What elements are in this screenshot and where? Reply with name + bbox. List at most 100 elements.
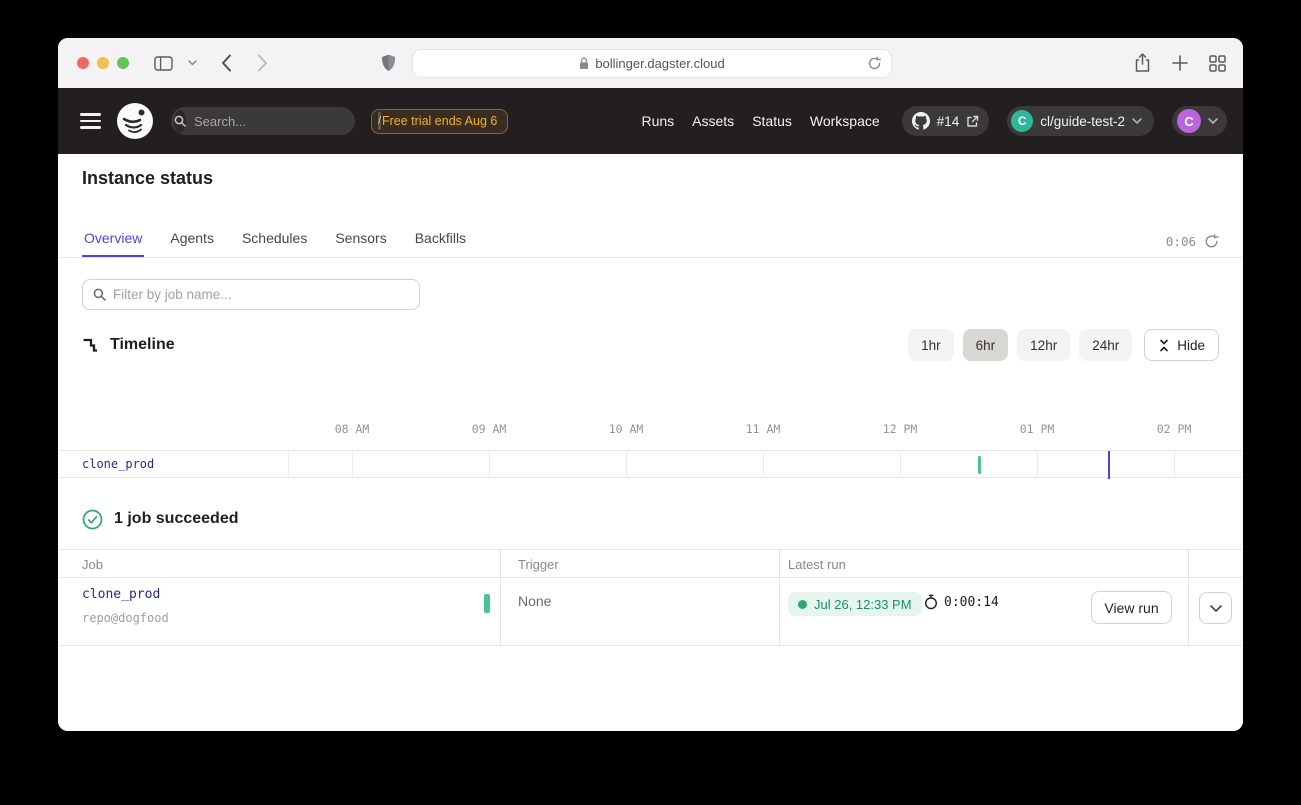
user-avatar: C [1177, 109, 1201, 133]
reload-icon[interactable] [867, 56, 882, 71]
axis-tick: 09 AM [472, 422, 507, 436]
page-content: Instance status Overview Agents Schedule… [58, 154, 1243, 731]
timeline-range-buttons: 1hr 6hr 12hr 24hr Hide [908, 329, 1219, 361]
hide-timeline-button[interactable]: Hide [1144, 329, 1219, 361]
job-location: repo@dogfood [82, 611, 169, 625]
search-icon [93, 288, 106, 301]
page-title: Instance status [82, 168, 213, 189]
lock-icon [579, 57, 589, 70]
job-name-link[interactable]: clone_prod [82, 587, 160, 602]
desktop-background: bollinger.dagster.cloud [0, 0, 1301, 805]
axis-tick: 08 AM [335, 422, 370, 436]
collapse-icon [1158, 339, 1170, 352]
deployment-name: cl/guide-test-2 [1040, 114, 1125, 129]
run-success-tick[interactable] [978, 456, 981, 474]
stopwatch-icon [924, 594, 938, 610]
range-1hr-button[interactable]: 1hr [908, 329, 954, 361]
forward-button[interactable] [250, 51, 274, 75]
row-actions-button[interactable] [1199, 592, 1232, 624]
axis-tick: 11 AM [746, 422, 781, 436]
refresh-icon[interactable] [1204, 234, 1219, 249]
gridline [900, 451, 901, 477]
github-icon [912, 112, 930, 130]
trial-badge[interactable]: Free trial ends Aug 6 [371, 109, 508, 134]
hide-label: Hide [1177, 338, 1205, 353]
address-bar[interactable]: bollinger.dagster.cloud [412, 49, 892, 78]
menu-icon[interactable] [80, 113, 101, 129]
column-trigger: Trigger [518, 557, 559, 572]
current-time-line [1108, 451, 1110, 479]
axis-tick: 12 PM [883, 422, 918, 436]
sidebar-chevron-icon[interactable] [180, 51, 204, 75]
job-filter-field[interactable] [82, 279, 420, 310]
tab-overview-icon[interactable] [1205, 51, 1229, 75]
gridline [1037, 451, 1038, 477]
axis-tick: 01 PM [1020, 422, 1055, 436]
tab-sensors[interactable]: Sensors [333, 230, 388, 257]
table-row: clone_prod repo@dogfood None Jul 26, 12:… [58, 578, 1243, 646]
gridline [352, 451, 353, 477]
gridline [288, 451, 289, 477]
header-nav: Runs Assets Status Workspace #14 [641, 106, 1227, 136]
url-text: bollinger.dagster.cloud [595, 56, 724, 71]
axis-tick: 02 PM [1157, 422, 1192, 436]
nav-assets[interactable]: Assets [692, 113, 734, 129]
minimize-window-button[interactable] [97, 57, 109, 69]
duration-text: 0:00:14 [944, 595, 999, 610]
timeline-icon [82, 337, 98, 353]
latest-run-badge[interactable]: Jul 26, 12:33 PM [788, 592, 922, 616]
nav-status[interactable]: Status [752, 113, 792, 129]
tab-backfills[interactable]: Backfills [413, 230, 468, 257]
tab-schedules[interactable]: Schedules [240, 230, 309, 257]
refresh-countdown: 0:06 [1166, 234, 1196, 249]
deployment-switcher[interactable]: C cl/guide-test-2 [1007, 106, 1154, 136]
job-filter-input[interactable] [113, 287, 409, 302]
share-icon[interactable] [1130, 51, 1154, 75]
github-pr-number: #14 [937, 114, 960, 129]
search-input[interactable] [186, 114, 378, 129]
jobs-summary: 1 job succeeded [82, 504, 239, 534]
chevron-down-icon [1132, 118, 1142, 124]
browser-toolbar: bollinger.dagster.cloud [58, 38, 1243, 88]
trigger-value: None [518, 593, 551, 609]
nav-runs[interactable]: Runs [641, 113, 674, 129]
external-link-icon [966, 115, 979, 128]
gridline [1174, 451, 1175, 477]
timeline-title: Timeline [110, 336, 175, 354]
tab-agents[interactable]: Agents [168, 230, 216, 257]
gridline [763, 451, 764, 477]
chevron-down-icon [1208, 118, 1218, 124]
success-dot-icon [798, 600, 807, 609]
new-tab-icon[interactable] [1168, 51, 1192, 75]
summary-text: 1 job succeeded [114, 510, 239, 528]
timeline-row-label[interactable]: clone_prod [82, 457, 154, 471]
global-search[interactable]: / [171, 107, 355, 135]
range-6hr-button[interactable]: 6hr [963, 329, 1009, 361]
job-status-bar [484, 594, 490, 613]
column-job: Job [82, 557, 103, 572]
refresh-group: 0:06 [1166, 234, 1219, 257]
close-window-button[interactable] [77, 57, 89, 69]
user-menu[interactable]: C [1172, 106, 1227, 136]
tab-overview[interactable]: Overview [82, 230, 144, 257]
back-button[interactable] [214, 51, 238, 75]
github-pr-badge[interactable]: #14 [902, 106, 990, 136]
run-duration: 0:00:14 [924, 594, 999, 610]
gridline [626, 451, 627, 477]
privacy-shield-icon[interactable] [376, 51, 400, 75]
range-12hr-button[interactable]: 12hr [1017, 329, 1070, 361]
zoom-window-button[interactable] [117, 57, 129, 69]
dagster-logo[interactable] [116, 102, 154, 140]
nav-workspace[interactable]: Workspace [810, 113, 880, 129]
range-24hr-button[interactable]: 24hr [1079, 329, 1132, 361]
gridline [489, 451, 490, 477]
deployment-avatar: C [1011, 110, 1033, 132]
app-header: / Free trial ends Aug 6 Runs Assets Stat… [58, 88, 1243, 154]
search-icon [174, 110, 186, 133]
browser-window: bollinger.dagster.cloud [58, 38, 1243, 731]
view-run-button[interactable]: View run [1091, 591, 1172, 624]
jobs-table-header: Job Trigger Latest run [58, 549, 1243, 578]
timeline-axis: 08 AM 09 AM 10 AM 11 AM 12 PM 01 PM 02 P… [58, 422, 1243, 438]
timeline-row: clone_prod [58, 450, 1243, 478]
sidebar-toggle-icon[interactable] [151, 51, 175, 75]
